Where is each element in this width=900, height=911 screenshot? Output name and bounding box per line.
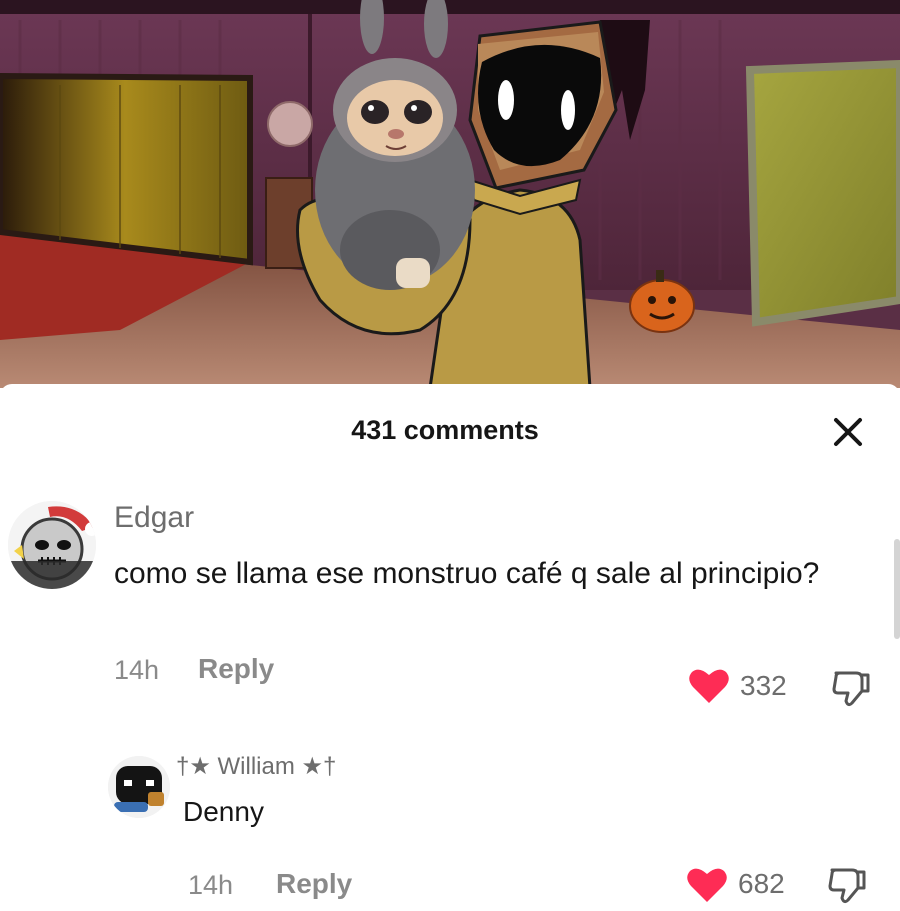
close-icon <box>834 418 862 446</box>
comment-author[interactable]: Edgar <box>114 501 194 535</box>
like-button[interactable] <box>688 667 730 705</box>
comment-item: Edgar como se llama ese monstruo café q … <box>0 489 900 709</box>
comment-timestamp: 14h <box>114 655 160 685</box>
thumbs-down-icon <box>828 868 866 904</box>
comment-text: como se llama ese monstruo café q sale a… <box>114 557 820 590</box>
avatar-image <box>108 756 170 818</box>
comment-text: Denny <box>183 796 264 827</box>
like-count: 332 <box>740 670 787 701</box>
avatar[interactable] <box>108 756 170 818</box>
thumbs-down-icon <box>832 671 870 707</box>
comments-count: 431 comments <box>351 415 539 445</box>
dislike-button[interactable] <box>826 866 868 906</box>
avatar-image <box>8 501 96 589</box>
dislike-button[interactable] <box>830 669 872 709</box>
video-frame[interactable] <box>0 0 900 388</box>
reply-button[interactable]: Reply <box>276 868 352 900</box>
heart-icon <box>687 868 727 902</box>
avatar[interactable] <box>8 501 96 589</box>
comment-author[interactable]: †★ William ★† <box>176 752 336 781</box>
comment-timestamp: 14h <box>188 870 234 900</box>
reply-button[interactable]: Reply <box>198 653 274 685</box>
video-scene-illustration <box>0 0 900 388</box>
like-count: 682 <box>738 868 785 899</box>
comments-sheet: 431 comments Edgar como se llama ese mon… <box>0 384 900 904</box>
like-button[interactable] <box>686 866 728 904</box>
close-button[interactable] <box>826 410 870 454</box>
reply-comment-item: †★ William ★† Denny 14h Reply 682 <box>0 734 900 904</box>
comments-header: 431 comments <box>0 384 900 474</box>
heart-icon <box>689 669 729 703</box>
